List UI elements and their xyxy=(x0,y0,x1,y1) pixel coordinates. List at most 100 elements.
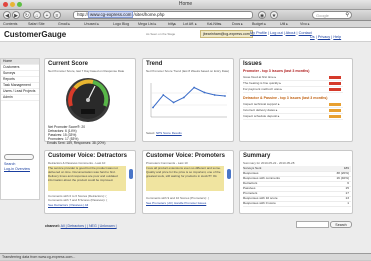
issue-bar xyxy=(329,76,341,79)
bookmark-item[interactable]: Vivo ▸ xyxy=(300,22,310,27)
trend-point xyxy=(182,96,185,99)
summary-label: Passives xyxy=(243,186,256,190)
rss-icon[interactable]: ≡ xyxy=(53,11,61,19)
footer-search-button[interactable]: Search xyxy=(330,221,352,228)
bookmark-item[interactable]: Kal-Nite▸ xyxy=(207,22,222,27)
trend-point xyxy=(172,101,175,104)
trend-point xyxy=(213,94,216,96)
sidebar-search-button[interactable]: Search xyxy=(4,162,15,166)
bookmark-item[interactable]: bitly▸ xyxy=(168,22,176,27)
trend-card: Trend Net Promoter Score Trend (last 8 W… xyxy=(142,58,234,142)
issues-title: Issues xyxy=(243,61,262,67)
detractors-see-links[interactable]: See Detractors | Passives | All xyxy=(48,203,88,207)
bookmark-item[interactable]: Util ▸ xyxy=(280,22,288,27)
bookmark-item[interactable]: Docs ▸ xyxy=(232,22,243,27)
promoters-voice-card: Customer Voice: Promoters Promoters Comm… xyxy=(142,150,234,214)
promoters-subtitle: Promoters Comments - Last 10 xyxy=(146,161,188,165)
page-content: CustomerGauge As Seen on the Stage jbear… xyxy=(0,28,371,253)
bookmark-item[interactable]: Safari Site xyxy=(28,22,45,27)
my-profile-link[interactable]: My Profile xyxy=(250,31,267,35)
nps-results-link[interactable]: NPS Score Results xyxy=(156,131,182,135)
current-score-subtitle: Net Promoter Score, last 7 Day based on … xyxy=(48,69,125,73)
bookmark-item[interactable]: Budget ▸ xyxy=(252,22,266,27)
emails-sent-line: Emails Sent: 189, Responses: 38 (20%) xyxy=(47,141,106,145)
sidebar-login-link[interactable]: Log-in Overview xyxy=(4,167,30,171)
bookmark-item[interactable]: Mega List ▸ xyxy=(138,22,156,27)
sidebar: Home Customers Surveys Reports Task Mana… xyxy=(0,58,40,200)
issue-label: Incorrect delivery dates ▸ xyxy=(243,108,278,112)
trend-select-label: Select: xyxy=(146,131,156,135)
trend-chart xyxy=(150,83,227,118)
extension-icon[interactable]: ★ xyxy=(270,11,278,19)
issue-row[interactable]: For payment method I was ▸ xyxy=(243,87,343,93)
bookmark-item[interactable]: Contents xyxy=(3,22,17,27)
footer-search-input[interactable] xyxy=(296,221,329,228)
bookmarks-bar: Contents Safari Site Gmail ▸ Unused ▸ Lo… xyxy=(0,21,371,28)
sidebar-item-admin[interactable]: Admin xyxy=(1,95,39,101)
header-links: My Profile | Log out | About | Contact U… xyxy=(250,31,342,39)
window-title: Home xyxy=(178,1,193,7)
channel-filter: channel: All | Detractors | | NEG | Unkn… xyxy=(45,224,117,228)
user-badge[interactable]: jbearinham@cg-express.com xyxy=(200,30,253,38)
url-domain: www.cg-express.com xyxy=(87,11,134,18)
brand-logo[interactable]: CustomerGauge xyxy=(4,30,66,39)
bookmark-item[interactable]: Unused ▸ xyxy=(84,22,99,27)
issue-label: Issue fixed at first time ▸ xyxy=(243,75,277,79)
reload-icon[interactable]: ↻ xyxy=(23,11,31,19)
sidebar-search-box[interactable] xyxy=(4,154,34,160)
back-button[interactable]: ◀ xyxy=(3,11,11,19)
status-bar: Transferring data from www.cg-express.co… xyxy=(0,253,371,260)
promoters-title: Customer Voice: Promoters xyxy=(146,153,225,159)
detractors-subtitle: Detractors & Passives Comments - Last 10 xyxy=(48,161,106,165)
add-bookmark-icon[interactable]: + xyxy=(43,11,51,19)
app-header: CustomerGauge As Seen on the Stage jbear… xyxy=(0,28,371,42)
summary-label: Surveys Sent xyxy=(243,166,262,170)
help-link[interactable]: Help xyxy=(333,35,341,39)
detractors-voice-card: Customer Voice: Detractors Detractors & … xyxy=(44,150,136,214)
summary-value: 1 xyxy=(347,201,349,205)
issue-bar xyxy=(329,109,341,112)
trend-subtitle: Net Promoter Score Trend (last 8 Weeks b… xyxy=(146,69,230,73)
browser-toolbar: ◀ ▶ ↻ ⌂ + ≡ http://www.cg-express.com/si… xyxy=(0,10,371,21)
channel-links[interactable]: All | Detractors | | NEG | Unknown | xyxy=(61,224,117,228)
issue-bar xyxy=(329,115,341,118)
promoter-scroll-handle[interactable] xyxy=(227,169,231,179)
bookmark-item[interactable]: Logo Blog xyxy=(113,22,129,27)
summary-label: Responses xyxy=(243,171,259,175)
nps-gauge xyxy=(66,78,110,122)
issue-row[interactable]: Inspect schedule deposit ▸ xyxy=(243,114,343,120)
channel-label: channel: xyxy=(45,224,60,228)
address-bar[interactable]: http://www.cg-express.com/sites/home.php xyxy=(73,11,253,19)
bookmark-item[interactable]: Lot Aff. ▸ xyxy=(183,22,197,27)
issue-label: Inspect schedule deposit ▸ xyxy=(243,114,280,118)
summary-label: Responses with 0 score xyxy=(243,201,276,205)
trend-point xyxy=(224,95,226,97)
bookmark-item[interactable]: Gmail ▸ xyxy=(58,22,70,27)
summary-label: Responses with 10 score xyxy=(243,196,278,200)
promoter-stats: Comments with 9 and 10 Scores (Promoters… xyxy=(146,196,209,200)
privacy-link[interactable]: Privacy xyxy=(318,35,330,39)
search-icon: ⚲ xyxy=(345,12,349,18)
logout-link[interactable]: Log out xyxy=(270,31,283,35)
detractors-title: Customer Voice: Detractors xyxy=(48,153,127,159)
trend-point xyxy=(193,86,196,89)
summary-label: Responses with comments xyxy=(243,176,280,180)
search-field[interactable]: Google ⚲ xyxy=(312,11,352,19)
home-icon[interactable]: ⌂ xyxy=(33,11,41,19)
passive-stats: Comments with 7 and 8 Scores (Passives):… xyxy=(48,198,108,202)
summary-card: Summary Summary for 2010-05-22 - 2010-05… xyxy=(239,150,353,214)
detractor-scroll-handle[interactable] xyxy=(129,169,133,179)
about-link[interactable]: About xyxy=(286,31,296,35)
rss-feed-icon[interactable]: ◉ xyxy=(258,11,266,19)
search-placeholder: Google xyxy=(316,13,329,18)
forward-button[interactable]: ▶ xyxy=(12,11,20,19)
issue-label: Inspect technical support ▸ xyxy=(243,102,280,106)
summary-subtitle: Summary for 2010-05-22 - 2010-05-28 xyxy=(243,161,295,165)
detractor-issues-heading: Detractor & Passive - top 3 issues (last… xyxy=(243,96,328,100)
us-link[interactable]: Us xyxy=(310,35,315,39)
summary-title: Summary xyxy=(243,153,271,159)
promoters-see-links[interactable]: See Promoters | All | Handle Promoter Is… xyxy=(146,201,206,205)
trend-select-row: Select: NPS Score Results xyxy=(146,131,182,135)
issue-bar xyxy=(329,103,341,106)
trend-point xyxy=(162,94,165,96)
